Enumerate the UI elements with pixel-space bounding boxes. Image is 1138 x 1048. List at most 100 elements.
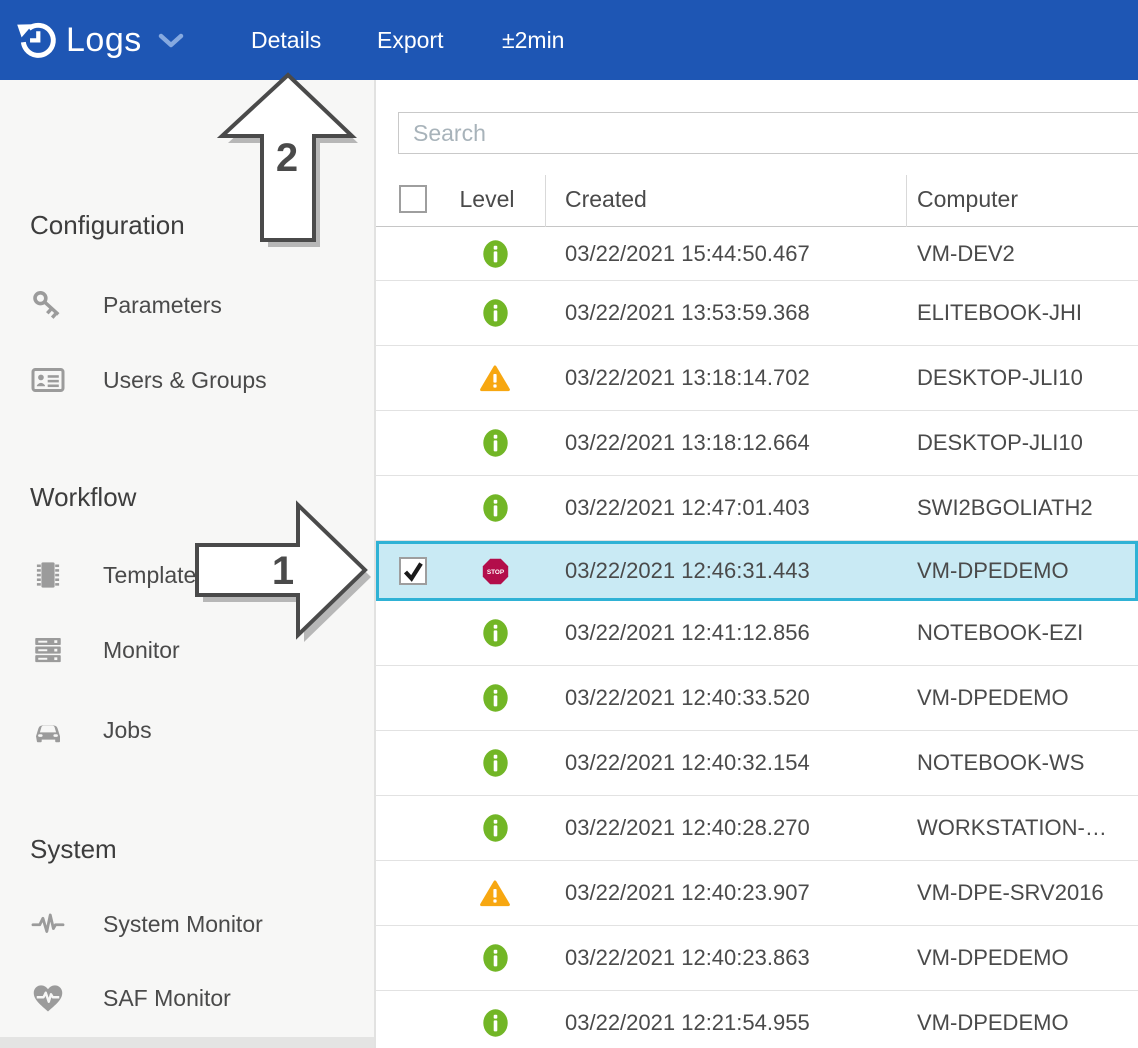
checkmark-icon (401, 559, 425, 583)
warning-icon (480, 880, 510, 907)
table-row[interactable]: STOP 03/22/2021 12:21:54.955 VM-DPEDEMO (376, 991, 1138, 1048)
computer-cell: DESKTOP-JLI10 (917, 346, 1083, 410)
info-icon (483, 944, 508, 972)
column-divider (906, 175, 907, 227)
log-table-panel: Level Created Computer (376, 80, 1138, 1048)
computer-cell: VM-DPEDEMO (917, 926, 1069, 990)
info-icon (483, 1009, 508, 1037)
table-row[interactable]: STOP 03/22/2021 13:18:14.702 DESKTOP-JLI… (376, 346, 1138, 411)
table-row[interactable]: STOP 03/22/2021 12:46:31.443 VM-DPEDEMO (376, 541, 1138, 601)
sidebar-item-users-groups[interactable]: Users & Groups (0, 353, 374, 407)
level-cell: STOP (438, 861, 552, 925)
sidebar-item-jobs[interactable]: Jobs (0, 703, 374, 757)
section-heading-system: System (30, 832, 117, 866)
menu-details[interactable]: Details (251, 0, 321, 80)
svg-text:STOP: STOP (486, 568, 504, 575)
column-header-level[interactable]: Level (427, 172, 547, 227)
level-cell: STOP (438, 476, 552, 540)
info-icon (483, 684, 508, 712)
created-cell: 03/22/2021 12:21:54.955 (565, 991, 810, 1048)
section-heading-workflow: Workflow (30, 480, 136, 514)
sidebar-item-label: Users & Groups (103, 367, 267, 394)
table-row[interactable]: STOP 03/22/2021 12:40:33.520 VM-DPEDEMO (376, 666, 1138, 731)
level-cell: STOP (438, 227, 552, 280)
sidebar: ConfigurationParametersUsers & GroupsWor… (0, 80, 376, 1048)
info-icon (483, 814, 508, 842)
created-cell: 03/22/2021 12:46:31.443 (565, 544, 810, 598)
computer-cell: DESKTOP-JLI10 (917, 411, 1083, 475)
sidebar-item-templates[interactable]: Templates (0, 548, 374, 602)
level-cell: STOP (438, 731, 552, 795)
menu-2min[interactable]: ±2min (502, 0, 564, 80)
search-input[interactable] (398, 112, 1138, 154)
sidebar-item-monitor[interactable]: Monitor (0, 623, 374, 677)
level-cell: STOP (438, 796, 552, 860)
level-cell: STOP (438, 926, 552, 990)
table-row[interactable]: STOP 03/22/2021 12:40:23.907 VM-DPE-SRV2… (376, 861, 1138, 926)
computer-cell: VM-DPEDEMO (917, 666, 1069, 730)
table-row[interactable]: STOP 03/22/2021 12:40:28.270 WORKSTATION… (376, 796, 1138, 861)
created-cell: 03/22/2021 15:44:50.467 (565, 227, 810, 280)
stop-icon: STOP (482, 558, 509, 585)
sidebar-item-label: System Monitor (103, 911, 263, 938)
info-icon (483, 240, 508, 268)
sidebar-item-parameters[interactable]: Parameters (0, 278, 374, 332)
computer-cell: VM-DPEDEMO (917, 991, 1069, 1048)
logs-app-window: Logs DetailsExport±2min ConfigurationPar… (0, 0, 1138, 1048)
level-cell: STOP (438, 346, 552, 410)
server-icon (28, 630, 68, 670)
sidebar-item-label: Jobs (103, 717, 152, 744)
topbar: Logs Details Export ±2min (0, 0, 1138, 80)
info-icon (483, 429, 508, 457)
level-cell: STOP (438, 991, 552, 1048)
created-cell: 03/22/2021 12:47:01.403 (565, 476, 810, 540)
app-title-menu[interactable]: Logs (66, 0, 142, 80)
created-cell: 03/22/2021 13:18:12.664 (565, 411, 810, 475)
level-cell: STOP (438, 544, 552, 598)
computer-cell: SWI2BGOLIATH2 (917, 476, 1093, 540)
computer-cell: ELITEBOOK-JHI (917, 281, 1082, 345)
warning-icon (480, 365, 510, 392)
info-icon (483, 299, 508, 327)
computer-cell: NOTEBOOK-EZI (917, 601, 1083, 665)
sidebar-item-label: Parameters (103, 292, 222, 319)
sidebar-item-system-monitor[interactable]: System Monitor (0, 897, 374, 951)
info-icon (483, 494, 508, 522)
level-cell: STOP (438, 281, 552, 345)
chip-icon (28, 555, 68, 595)
menu-export[interactable]: Export (377, 0, 443, 80)
table-row[interactable]: STOP 03/22/2021 12:41:12.856 NOTEBOOK-EZ… (376, 601, 1138, 666)
column-header-computer[interactable]: Computer (917, 172, 1018, 227)
table-row[interactable]: STOP 03/22/2021 12:40:32.154 NOTEBOOK-WS (376, 731, 1138, 796)
level-cell: STOP (438, 666, 552, 730)
chevron-down-icon[interactable] (158, 33, 184, 49)
key-icon (28, 285, 68, 325)
select-all-checkbox[interactable] (399, 185, 427, 213)
history-logo-icon (15, 18, 59, 62)
table-row[interactable]: STOP 03/22/2021 15:44:50.467 VM-DEV2 (376, 227, 1138, 281)
created-cell: 03/22/2021 12:41:12.856 (565, 601, 810, 665)
pulse-icon (28, 904, 68, 944)
created-cell: 03/22/2021 12:40:23.907 (565, 861, 810, 925)
computer-cell: WORKSTATION-… (917, 796, 1107, 860)
table-row[interactable]: STOP 03/22/2021 12:40:23.863 VM-DPEDEMO (376, 926, 1138, 991)
computer-cell: VM-DPEDEMO (917, 544, 1069, 598)
table-row[interactable]: STOP 03/22/2021 13:53:59.368 ELITEBOOK-J… (376, 281, 1138, 346)
row-checkbox[interactable] (399, 557, 427, 585)
table-header: Level Created Computer (376, 172, 1138, 227)
table-row[interactable]: STOP 03/22/2021 12:47:01.403 SWI2BGOLIAT… (376, 476, 1138, 541)
created-cell: 03/22/2021 13:53:59.368 (565, 281, 810, 345)
created-cell: 03/22/2021 12:40:33.520 (565, 666, 810, 730)
level-cell: STOP (438, 601, 552, 665)
sidebar-item-label: Monitor (103, 637, 180, 664)
sidebar-item-logs[interactable]: Logs (0, 1037, 374, 1048)
sidebar-item-label: SAF Monitor (103, 985, 231, 1012)
sidebar-item-saf-monitor[interactable]: SAF Monitor (0, 971, 374, 1025)
car-icon (28, 710, 68, 750)
info-icon (483, 749, 508, 777)
table-row[interactable]: STOP 03/22/2021 13:18:12.664 DESKTOP-JLI… (376, 411, 1138, 476)
computer-cell: VM-DEV2 (917, 227, 1015, 280)
level-cell: STOP (438, 411, 552, 475)
column-header-created[interactable]: Created (565, 172, 647, 227)
computer-cell: VM-DPE-SRV2016 (917, 861, 1104, 925)
